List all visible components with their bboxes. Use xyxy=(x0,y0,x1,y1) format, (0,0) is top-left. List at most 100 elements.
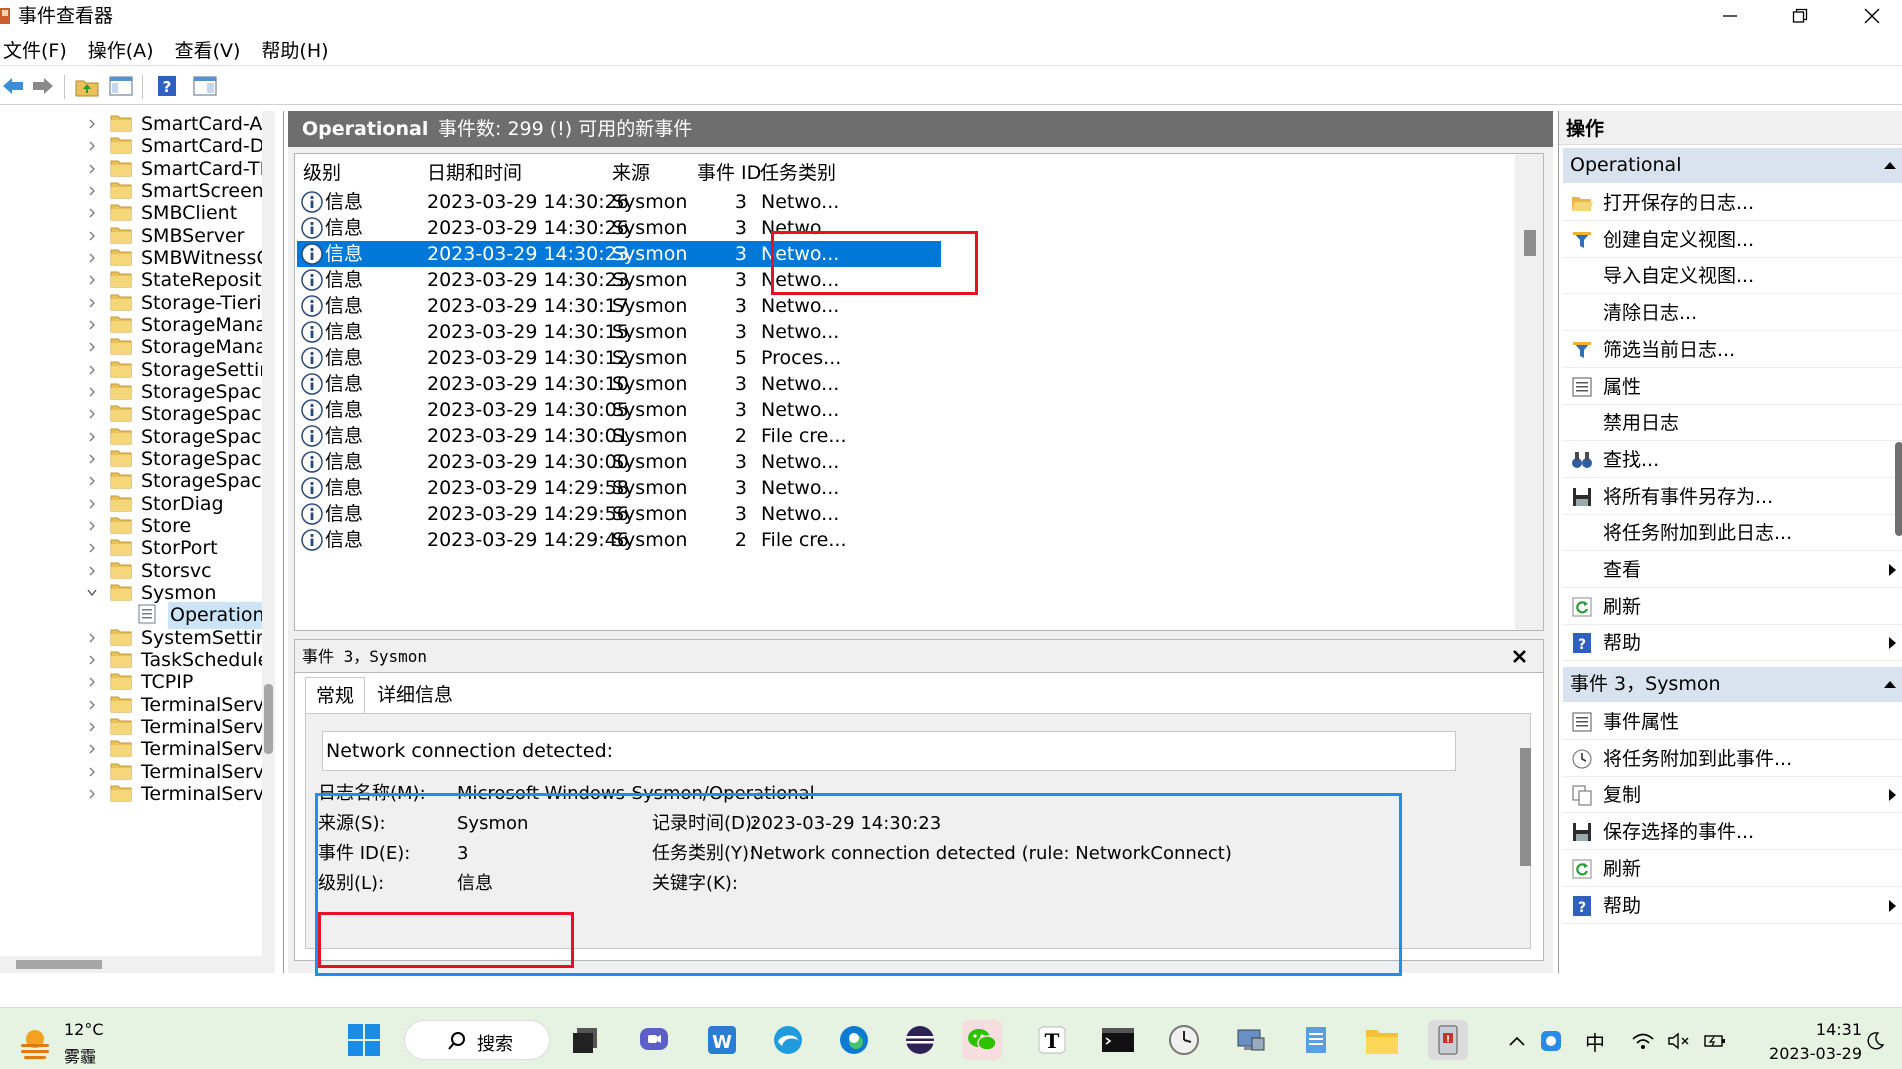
chevron-right-icon[interactable] xyxy=(86,474,98,488)
forward-button[interactable] xyxy=(30,73,56,99)
menu-help[interactable]: 帮助(H) xyxy=(261,36,328,63)
chevron-right-icon[interactable] xyxy=(86,698,98,712)
chevron-right-icon[interactable] xyxy=(86,675,98,689)
wechat-app-button[interactable] xyxy=(962,1020,1002,1060)
close-detail-button[interactable] xyxy=(1511,648,1528,665)
action-item[interactable]: ? 帮助 xyxy=(1563,888,1902,924)
up-folder-button[interactable] xyxy=(74,73,100,99)
menu-action[interactable]: 操作(A) xyxy=(88,36,154,63)
column-header-level[interactable]: 级别 xyxy=(295,154,415,188)
actions-section-log[interactable]: Operational xyxy=(1563,148,1902,183)
action-item[interactable]: 事件属性 xyxy=(1563,704,1902,740)
remote-desktop-button[interactable] xyxy=(1230,1020,1270,1060)
chevron-down-icon[interactable] xyxy=(86,586,98,600)
edge-browser-button[interactable] xyxy=(834,1020,874,1060)
action-item[interactable]: 禁用日志 xyxy=(1563,405,1902,442)
event-row[interactable]: 信息 2023-03-29 14:30:23 Sysmon 3 Netwo... xyxy=(295,241,1513,267)
action-item[interactable]: ? 帮助 xyxy=(1563,625,1902,662)
action-item[interactable]: 属性 xyxy=(1563,369,1902,405)
close-window-button[interactable] xyxy=(1842,0,1902,32)
action-item[interactable]: 将所有事件另存为... xyxy=(1563,479,1902,515)
show-hide-tree-button[interactable] xyxy=(108,73,134,99)
chevron-right-icon[interactable] xyxy=(86,184,98,198)
eclipse-app-button[interactable] xyxy=(900,1020,940,1060)
actions-pane-edge-handle[interactable] xyxy=(1895,442,1902,536)
help-button[interactable]: ? xyxy=(154,73,180,99)
chevron-right-icon[interactable] xyxy=(86,430,98,444)
back-button[interactable] xyxy=(0,73,26,99)
file-explorer-button[interactable] xyxy=(1362,1020,1402,1060)
event-row[interactable]: 信息 2023-03-29 14:30:17 Sysmon 3 Netwo... xyxy=(295,293,1513,319)
chevron-right-icon[interactable] xyxy=(86,363,98,377)
tree-vertical-scrollbar[interactable] xyxy=(262,111,275,956)
chevron-right-icon[interactable] xyxy=(86,631,98,645)
action-item[interactable]: 创建自定义视图... xyxy=(1563,222,1902,258)
tab-general[interactable]: 常规 xyxy=(305,677,366,714)
detail-scrollbar[interactable] xyxy=(1518,714,1532,948)
column-header-datetime[interactable]: 日期和时间 xyxy=(419,154,599,188)
chevron-right-icon[interactable] xyxy=(86,541,98,555)
action-item[interactable]: 将任务附加到此事件... xyxy=(1563,741,1902,777)
chevron-right-icon[interactable] xyxy=(86,273,98,287)
chevron-right-icon[interactable] xyxy=(86,206,98,220)
chevron-right-icon[interactable] xyxy=(86,340,98,354)
teams-chat-button[interactable] xyxy=(634,1020,674,1060)
action-item[interactable]: 筛选当前日志... xyxy=(1563,332,1902,368)
chevron-right-icon[interactable] xyxy=(86,251,98,265)
event-row[interactable]: 信息 2023-03-29 14:29:58 Sysmon 3 Netwo... xyxy=(295,475,1513,501)
show-hide-action-pane-button[interactable] xyxy=(192,73,218,99)
chevron-right-icon[interactable] xyxy=(86,385,98,399)
battery-button[interactable] xyxy=(1702,1028,1728,1054)
action-item[interactable]: 保存选择的事件... xyxy=(1563,814,1902,851)
input-language-indicator[interactable]: 中 xyxy=(1582,1028,1608,1055)
terminal-app-button[interactable] xyxy=(1098,1020,1138,1060)
action-item[interactable]: 查看 xyxy=(1563,552,1902,588)
action-item[interactable]: 清除日志... xyxy=(1563,295,1902,332)
event-list-scroll-thumb[interactable] xyxy=(1524,230,1536,256)
notepad-app-button[interactable] xyxy=(1296,1020,1336,1060)
event-row[interactable]: 信息 2023-03-29 14:30:23 Sysmon 3 Netwo... xyxy=(295,267,1513,293)
minimize-button[interactable] xyxy=(1700,0,1760,32)
column-header-event-id[interactable]: 事件 ID xyxy=(689,154,761,188)
tree-hscroll-thumb[interactable] xyxy=(16,960,102,969)
action-item[interactable]: 将任务附加到此日志... xyxy=(1563,515,1902,552)
menu-file[interactable]: 文件(F) xyxy=(3,36,67,63)
action-item[interactable]: 打开保存的日志... xyxy=(1563,185,1902,221)
task-view-button[interactable] xyxy=(566,1020,606,1060)
chevron-right-icon[interactable] xyxy=(86,139,98,153)
chevron-right-icon[interactable] xyxy=(86,497,98,511)
chevron-right-icon[interactable] xyxy=(86,564,98,578)
clock-app-button[interactable] xyxy=(1164,1020,1204,1060)
event-row[interactable]: 信息 2023-03-29 14:30:15 Sysmon 3 Netwo... xyxy=(295,319,1513,345)
tree-scroll-thumb[interactable] xyxy=(264,684,273,754)
tree-item[interactable]: TerminalServi xyxy=(0,781,262,808)
event-row[interactable]: 信息 2023-03-29 14:30:12 Sysmon 5 Proces... xyxy=(295,345,1513,371)
chevron-right-icon[interactable] xyxy=(86,787,98,801)
action-item[interactable]: 刷新 xyxy=(1563,589,1902,625)
event-list-scrollbar[interactable] xyxy=(1515,154,1543,630)
chevron-right-icon[interactable] xyxy=(86,653,98,667)
start-button[interactable] xyxy=(344,1020,384,1060)
typora-app-button[interactable]: T xyxy=(1032,1020,1072,1060)
menu-view[interactable]: 查看(V) xyxy=(175,36,241,63)
word-app-button[interactable]: W xyxy=(702,1020,742,1060)
chevron-right-icon[interactable] xyxy=(86,296,98,310)
notifications-button[interactable] xyxy=(1862,1028,1888,1054)
chevron-right-icon[interactable] xyxy=(86,162,98,176)
chevron-right-icon[interactable] xyxy=(86,742,98,756)
event-row[interactable]: 信息 2023-03-29 14:30:10 Sysmon 3 Netwo... xyxy=(295,371,1513,397)
column-header-task-category[interactable]: 任务类别 xyxy=(752,154,842,188)
detail-scroll-thumb[interactable] xyxy=(1520,748,1531,866)
event-row[interactable]: 信息 2023-03-29 14:30:26 Sysmon 3 Netwo... xyxy=(295,189,1513,215)
action-item[interactable]: 刷新 xyxy=(1563,851,1902,887)
clock-date[interactable]: 2023-03-29 xyxy=(1748,1044,1862,1063)
restore-button[interactable] xyxy=(1770,0,1830,32)
tray-app-button[interactable] xyxy=(1538,1028,1564,1054)
chevron-right-icon[interactable] xyxy=(86,720,98,734)
column-header-source[interactable]: 来源 xyxy=(604,154,674,188)
edge-dev-button[interactable] xyxy=(768,1020,808,1060)
chevron-right-icon[interactable] xyxy=(86,229,98,243)
chevron-right-icon[interactable] xyxy=(86,318,98,332)
wifi-button[interactable] xyxy=(1630,1028,1656,1054)
action-item[interactable]: 复制 xyxy=(1563,777,1902,814)
